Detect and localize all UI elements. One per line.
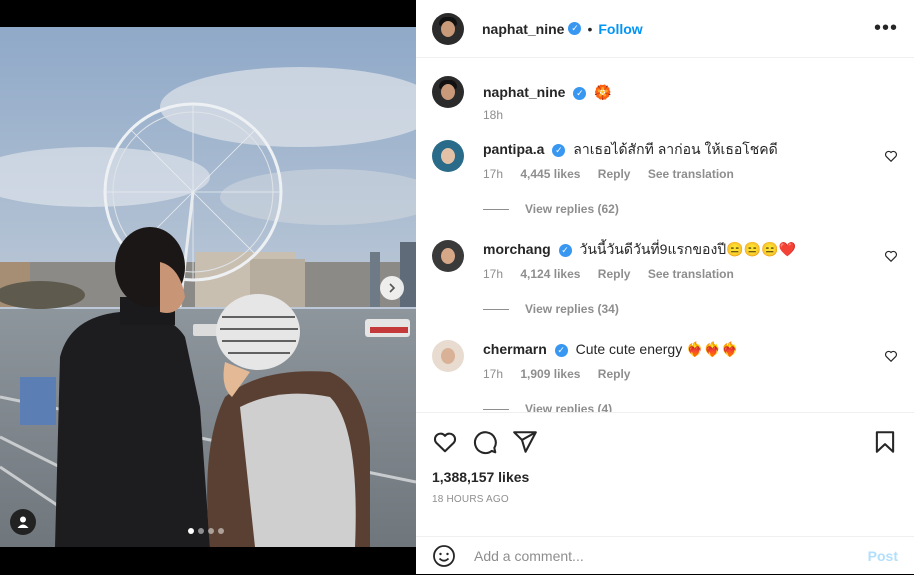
post-actions: 1,388,157 likes 18 HOURS AGO Post <box>416 412 914 575</box>
verified-badge-icon: ✓ <box>568 22 582 35</box>
post-header: naphat_nine ✓ • Follow ••• <box>416 0 914 58</box>
carousel-indicator <box>188 528 224 534</box>
carousel-dot <box>198 528 204 534</box>
commenter-avatar[interactable] <box>432 240 464 272</box>
post-sidebar: naphat_nine ✓ • Follow ••• naphat_nine ✓… <box>416 0 914 574</box>
reply-button[interactable]: Reply <box>598 367 631 381</box>
carousel-next-button[interactable] <box>380 276 404 300</box>
view-replies-label: View replies (34) <box>525 302 619 316</box>
caption-username[interactable]: naphat_nine <box>483 84 565 100</box>
more-options-icon[interactable]: ••• <box>874 17 898 40</box>
carousel-dot <box>208 528 214 534</box>
verified-badge-icon: ✓ <box>554 343 568 357</box>
comment-time: 17h <box>483 267 504 281</box>
carousel-dot <box>188 528 194 534</box>
author-avatar[interactable] <box>432 12 464 45</box>
post-timestamp[interactable]: 18 HOURS AGO <box>432 494 509 505</box>
caption-time: 18h <box>483 108 504 122</box>
post-viewer: naphat_nine ✓ • Follow ••• naphat_nine ✓… <box>0 0 914 574</box>
comment-likes[interactable]: 1,909 likes <box>520 367 580 381</box>
like-heart-icon[interactable] <box>432 429 458 455</box>
reply-button[interactable]: Reply <box>598 167 631 181</box>
comment-time: 17h <box>483 167 504 181</box>
header-separator: • <box>587 20 593 37</box>
photo-scene <box>0 27 416 547</box>
view-replies-button[interactable]: View replies (62) <box>483 202 619 216</box>
add-comment-bar: Post <box>416 536 914 575</box>
like-comment-heart-icon[interactable] <box>884 149 898 163</box>
view-replies-label: View replies (4) <box>525 402 613 412</box>
comments-list[interactable]: naphat_nine ✓ 🏵️ 18h pantipa.a ✓ ลาเธอได… <box>416 59 914 412</box>
comment-text: chermarn ✓ Cute cute energy ❤️‍🔥❤️‍🔥❤️‍🔥 <box>483 340 738 358</box>
comment-body: ลาเธอได้สักที ลาก่อน ให้เธอโชคดี <box>573 141 778 157</box>
post-media[interactable] <box>0 0 416 574</box>
replies-divider <box>483 308 509 310</box>
comment-meta: 17h 1,909 likes Reply <box>483 367 644 381</box>
comment-username[interactable]: chermarn <box>483 341 547 357</box>
comment-text: pantipa.a ✓ ลาเธอได้สักที ลาก่อน ให้เธอโ… <box>483 140 778 158</box>
view-replies-label: View replies (62) <box>525 202 619 216</box>
comment-username[interactable]: morchang <box>483 241 551 257</box>
comment-username[interactable]: pantipa.a <box>483 141 544 157</box>
comment-time: 17h <box>483 367 504 381</box>
comment-body: Cute cute energy ❤️‍🔥❤️‍🔥❤️‍🔥 <box>575 341 739 357</box>
author-avatar[interactable] <box>432 76 464 108</box>
comment-bubble-icon[interactable] <box>472 429 498 455</box>
likes-count[interactable]: 1,388,157 likes <box>432 469 529 485</box>
save-bookmark-icon[interactable] <box>872 429 898 455</box>
view-replies-button[interactable]: View replies (34) <box>483 302 619 316</box>
user-icon <box>17 516 29 528</box>
see-translation-button[interactable]: See translation <box>648 167 734 181</box>
comment-meta: 17h 4,124 likes Reply See translation <box>483 267 748 281</box>
comment-body: วันนี้วันดีวันที่9แรกของปี😑😑😑❤️ <box>579 241 796 257</box>
comment-input[interactable] <box>472 547 868 565</box>
share-paper-plane-icon[interactable] <box>512 429 538 455</box>
like-comment-heart-icon[interactable] <box>884 349 898 363</box>
tagged-users-button[interactable] <box>10 509 36 535</box>
carousel-dot <box>218 528 224 534</box>
comment-likes[interactable]: 4,445 likes <box>520 167 580 181</box>
view-replies-button[interactable]: View replies (4) <box>483 402 612 412</box>
comment-text: morchang ✓ วันนี้วันดีวันที่9แรกของปี😑😑😑… <box>483 240 796 258</box>
follow-button[interactable]: Follow <box>598 21 642 37</box>
author-username[interactable]: naphat_nine <box>482 21 564 37</box>
action-icons-row <box>432 429 898 455</box>
emoji-smiley-icon[interactable] <box>432 544 456 568</box>
caption-text: naphat_nine ✓ 🏵️ <box>483 83 612 101</box>
verified-badge-icon: ✓ <box>552 143 566 157</box>
verified-badge-icon: ✓ <box>558 243 572 257</box>
see-translation-button[interactable]: See translation <box>648 267 734 281</box>
replies-divider <box>483 208 509 210</box>
comment-likes[interactable]: 4,124 likes <box>520 267 580 281</box>
like-comment-heart-icon[interactable] <box>884 249 898 263</box>
chevron-right-icon <box>389 283 396 293</box>
verified-badge-icon: ✓ <box>573 86 587 100</box>
post-comment-button[interactable]: Post <box>868 548 898 564</box>
reply-button[interactable]: Reply <box>598 267 631 281</box>
post-image[interactable] <box>0 27 416 547</box>
commenter-avatar[interactable] <box>432 140 464 172</box>
commenter-avatar[interactable] <box>432 340 464 372</box>
comment-meta: 17h 4,445 likes Reply See translation <box>483 167 748 181</box>
replies-divider <box>483 408 509 410</box>
wreath-emoji-icon: 🏵️ <box>594 84 612 100</box>
